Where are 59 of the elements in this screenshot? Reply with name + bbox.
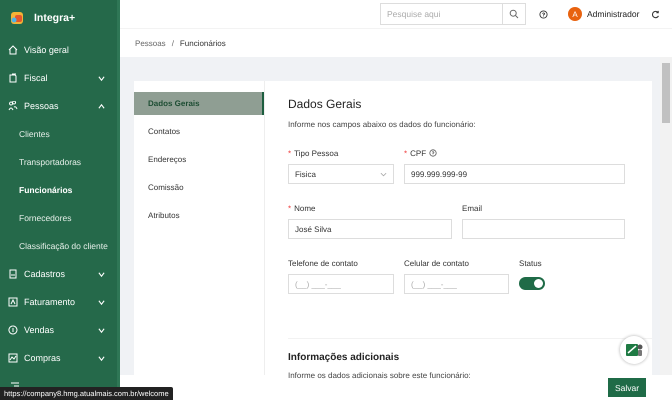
- sidebar-item[interactable]: Vendas: [0, 316, 117, 344]
- field-label: CPF: [410, 148, 426, 158]
- user-name[interactable]: Administrador: [587, 9, 640, 19]
- tab[interactable]: Endereços: [134, 148, 264, 171]
- people-icon: [8, 101, 18, 111]
- sidebar-subitem[interactable]: Transportadoras: [0, 148, 117, 176]
- sidebar-subitem[interactable]: Funcionários: [0, 176, 117, 204]
- chat-widget-icon[interactable]: [620, 336, 648, 364]
- save-button[interactable]: Salvar: [608, 378, 646, 397]
- search-field[interactable]: Pesquise aqui: [380, 3, 502, 25]
- tab[interactable]: Atributos: [134, 204, 264, 227]
- input-field[interactable]: [462, 219, 625, 239]
- sidebar-subitem[interactable]: Fornecedores: [0, 204, 117, 232]
- field-label: Status: [519, 258, 542, 268]
- doc-icon: [8, 73, 18, 83]
- input-field[interactable]: (__) ___-___: [288, 274, 394, 294]
- chevron-icon: [380, 170, 387, 178]
- refresh-icon[interactable]: [651, 10, 660, 18]
- section-description: Informe os dados adicionais sobre este funcionário:: [288, 371, 472, 380]
- home-icon: [8, 45, 18, 55]
- sidebar-item[interactable]: Cadastros: [0, 260, 117, 288]
- toggle-switch[interactable]: [519, 277, 545, 290]
- input-field[interactable]: José Silva: [288, 219, 452, 239]
- field-label: Tipo Pessoa: [294, 148, 338, 158]
- field-label: Email: [462, 204, 482, 212]
- search-button[interactable]: [502, 3, 526, 25]
- required-mark: *: [288, 148, 292, 158]
- input-field[interactable]: (__) ___-___: [404, 274, 509, 294]
- user-avatar[interactable]: A: [568, 7, 582, 21]
- tab[interactable]: Comissão: [134, 176, 264, 199]
- field-label: Nome: [294, 204, 316, 212]
- chart-icon: [8, 353, 18, 363]
- help-icon[interactable]: [429, 149, 438, 157]
- sidebar-item[interactable]: Pessoas: [0, 92, 117, 120]
- select-field[interactable]: Fisica: [288, 164, 394, 184]
- tab[interactable]: Dados Gerais: [134, 92, 264, 115]
- coin-icon: [8, 325, 18, 335]
- breadcrumb-separator: /: [172, 38, 174, 48]
- required-mark: *: [404, 148, 408, 158]
- sidebar-item[interactable]: Compras: [0, 344, 117, 372]
- section-title: Informações adicionais: [288, 352, 400, 363]
- sidebar-item[interactable]: Fiscal: [0, 64, 117, 92]
- tab[interactable]: Contatos: [134, 120, 264, 143]
- field-label: Celular de contato: [404, 258, 469, 268]
- required-mark: *: [288, 204, 292, 212]
- section-description: Informe nos campos abaixo os dados do funcionário:: [288, 120, 477, 129]
- breadcrumb-item[interactable]: Pessoas: [135, 38, 166, 48]
- sidebar-subitem[interactable]: Clientes: [0, 120, 117, 148]
- sidebar-item[interactable]: Visão geral: [0, 36, 117, 64]
- breadcrumb-item: Funcionários: [180, 38, 226, 48]
- app-name: Integra+: [34, 12, 76, 24]
- input-field[interactable]: 999.999.999-99: [404, 164, 625, 184]
- logo-icon: [9, 10, 25, 26]
- field-label: Telefone de contato: [288, 258, 358, 268]
- section-title: Dados Gerais: [288, 97, 362, 111]
- search-icon: [509, 9, 519, 19]
- sidebar-item[interactable]: Faturamento: [0, 288, 117, 316]
- help-icon[interactable]: [539, 10, 548, 18]
- sidebar-subitem[interactable]: Classificação do cliente: [0, 232, 117, 260]
